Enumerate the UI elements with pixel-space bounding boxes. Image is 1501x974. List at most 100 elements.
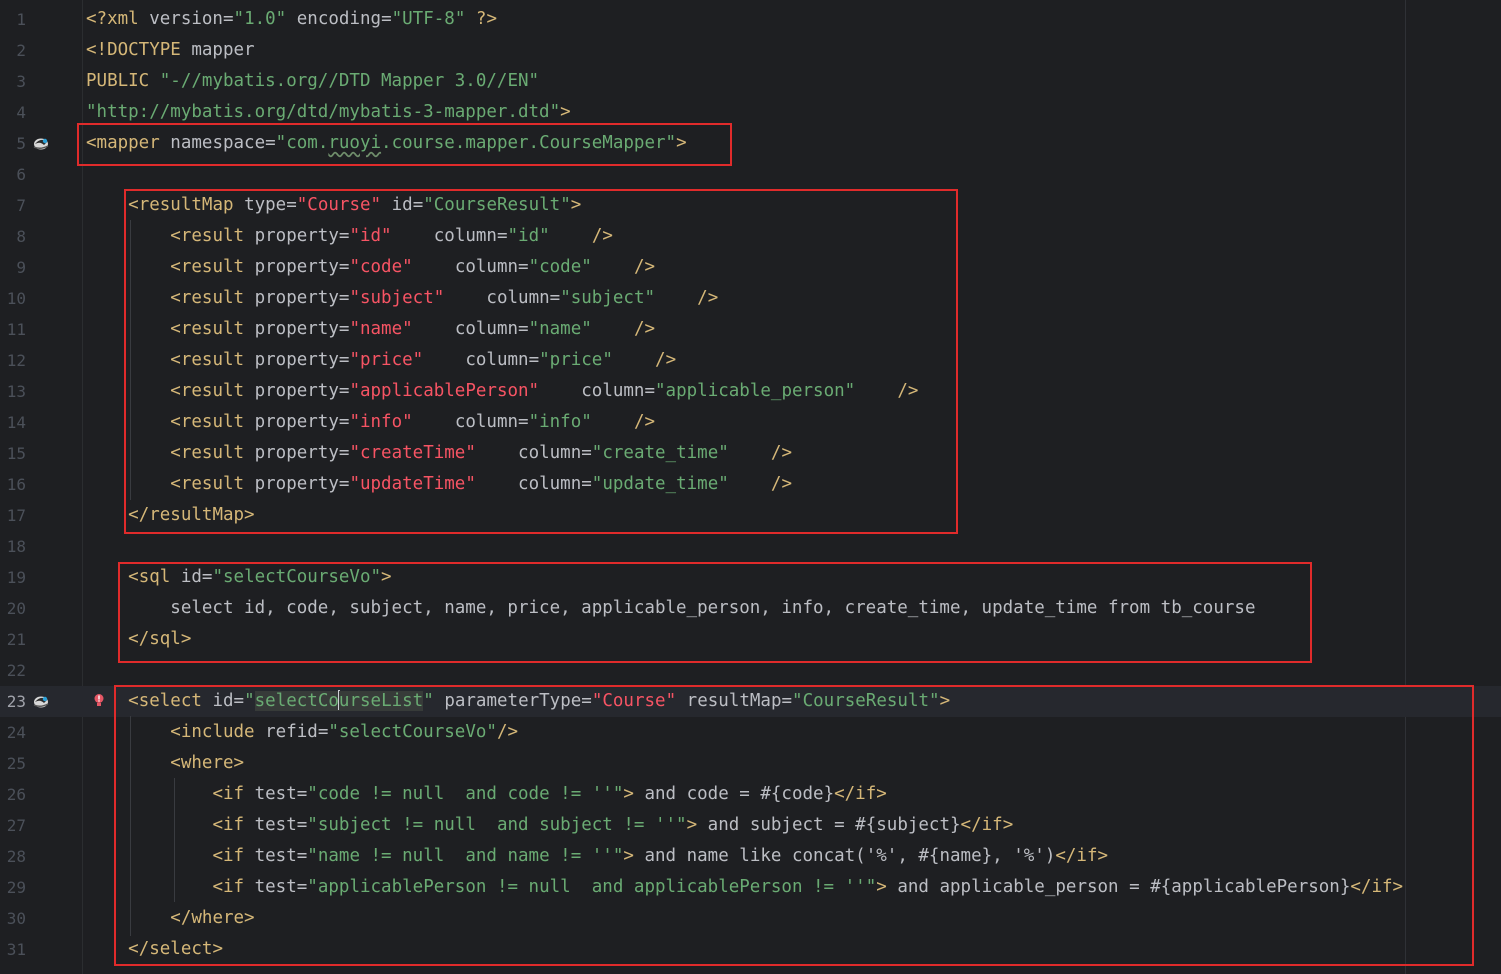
- code-line[interactable]: 28 <if test="name != null and name != ''…: [0, 841, 1501, 872]
- code-line[interactable]: 2 <!DOCTYPE mapper: [0, 35, 1501, 66]
- code-line[interactable]: 31 </select>: [0, 934, 1501, 965]
- code-text[interactable]: <result property="info" column="info" />: [86, 407, 655, 438]
- code-line[interactable]: 29 <if test="applicablePerson != null an…: [0, 872, 1501, 903]
- code-token: "name": [349, 319, 413, 339]
- code-line[interactable]: 30 </where>: [0, 903, 1501, 934]
- code-line[interactable]: 20 select id, code, subject, name, price…: [0, 593, 1501, 624]
- code-token: column: [465, 350, 529, 370]
- code-token: <where>: [170, 753, 245, 773]
- code-token: version: [149, 9, 223, 29]
- code-text[interactable]: "http://mybatis.org/dtd/mybatis-3-mapper…: [86, 97, 571, 128]
- code-text[interactable]: </sql>: [86, 624, 191, 655]
- code-text[interactable]: <result property="applicablePerson" colu…: [86, 376, 918, 407]
- code-token: "price": [349, 350, 424, 370]
- line-number: 25: [6, 754, 26, 773]
- code-line[interactable]: 18: [0, 531, 1501, 562]
- code-text[interactable]: <select id="selectCourseList" parameterT…: [86, 686, 950, 717]
- code-line[interactable]: 13 <result property="applicablePerson" c…: [0, 376, 1501, 407]
- code-text[interactable]: </select>: [86, 934, 223, 965]
- code-line[interactable]: 9 <result property="code" column="code" …: [0, 252, 1501, 283]
- code-line[interactable]: 7 <resultMap type="Course" id="CourseRes…: [0, 190, 1501, 221]
- code-token: =: [338, 474, 350, 494]
- line-number: 29: [6, 878, 26, 897]
- code-line[interactable]: 10 <result property="subject" column="su…: [0, 283, 1501, 314]
- code-token: "CourseResult": [423, 195, 571, 215]
- code-line[interactable]: 8 <result property="id" column="id" />: [0, 221, 1501, 252]
- code-token: "name != null and name != ''": [307, 846, 624, 866]
- code-token: "applicable_person": [655, 381, 856, 401]
- code-text[interactable]: <result property="code" column="code" />: [86, 252, 655, 283]
- code-text[interactable]: select id, code, subject, name, price, a…: [86, 593, 1255, 624]
- code-token: =: [296, 784, 308, 804]
- code-text[interactable]: PUBLIC "-//mybatis.org//DTD Mapper 3.0//…: [86, 66, 539, 97]
- lightbulb-error-icon[interactable]: [93, 693, 105, 709]
- code-token: test: [254, 846, 297, 866]
- code-line[interactable]: 24 <include refid="selectCourseVo"/>: [0, 717, 1501, 748]
- code-text[interactable]: <result property="price" column="price" …: [86, 345, 676, 376]
- code-line[interactable]: 17 </resultMap>: [0, 500, 1501, 531]
- code-line[interactable]: 19 <sql id="selectCourseVo">: [0, 562, 1501, 593]
- code-line[interactable]: 11 <result property="name" column="name"…: [0, 314, 1501, 345]
- code-text[interactable]: </where>: [86, 903, 254, 934]
- code-text[interactable]: </resultMap>: [86, 500, 254, 531]
- code-token: =: [581, 691, 592, 711]
- code-text[interactable]: <mapper namespace="com.ruoyi.course.mapp…: [86, 128, 687, 159]
- code-text[interactable]: <where>: [86, 748, 244, 779]
- code-text[interactable]: <if test="name != null and name != ''"> …: [86, 841, 1108, 872]
- code-token: =: [338, 443, 350, 463]
- code-token: </sql>: [128, 629, 192, 649]
- code-text[interactable]: <result property="createTime" column="cr…: [86, 438, 792, 469]
- code-line[interactable]: 3 PUBLIC "-//mybatis.org//DTD Mapper 3.0/…: [0, 66, 1501, 97]
- code-token: "info": [349, 412, 413, 432]
- code-token: <?xml: [86, 9, 150, 29]
- code-line[interactable]: 26 <if test="code != null and code != ''…: [0, 779, 1501, 810]
- code-token: <result: [170, 443, 255, 463]
- code-line[interactable]: 6: [0, 159, 1501, 190]
- code-token: PUBLIC: [86, 71, 160, 91]
- code-line[interactable]: 15 <result property="createTime" column=…: [0, 438, 1501, 469]
- line-number: 2: [16, 41, 26, 60]
- mybatis-bird-icon[interactable]: [32, 693, 50, 709]
- code-token: test: [254, 877, 297, 897]
- code-line[interactable]: 25 <where>: [0, 748, 1501, 779]
- code-token: property: [254, 443, 339, 463]
- code-text[interactable]: <result property="subject" column="subje…: [86, 283, 718, 314]
- code-line[interactable]: 27 <if test="subject != null and subject…: [0, 810, 1501, 841]
- code-token: =: [644, 381, 656, 401]
- code-line[interactable]: 12 <result property="price" column="pric…: [0, 345, 1501, 376]
- code-text[interactable]: <if test="code != null and code != ''"> …: [86, 779, 886, 810]
- mybatis-bird-icon[interactable]: [32, 135, 50, 151]
- code-token: and applicable_person = #{applicablePers…: [886, 877, 1351, 897]
- code-line[interactable]: 14 <result property="info" column="info"…: [0, 407, 1501, 438]
- code-line[interactable]: 16 <result property="updateTime" column=…: [0, 469, 1501, 500]
- code-text[interactable]: <if test="subject != null and subject !=…: [86, 810, 1013, 841]
- code-line[interactable]: 21 </sql>: [0, 624, 1501, 655]
- code-line[interactable]: 23 <select id="selectCourseList" paramet…: [0, 686, 1501, 717]
- code-editor[interactable]: 1 <?xml version="1.0" encoding="UTF-8" ?>…: [0, 0, 1501, 974]
- code-text[interactable]: <sql id="selectCourseVo">: [86, 562, 391, 593]
- code-line[interactable]: 1 <?xml version="1.0" encoding="UTF-8" ?>: [0, 4, 1501, 35]
- code-text[interactable]: <result property="name" column="name" />: [86, 314, 655, 345]
- code-text[interactable]: <if test="applicablePerson != null and a…: [86, 872, 1403, 903]
- code-text[interactable]: <?xml version="1.0" encoding="UTF-8" ?>: [86, 4, 497, 35]
- code-text[interactable]: <include refid="selectCourseVo"/>: [86, 717, 518, 748]
- code-token: =: [518, 319, 529, 339]
- code-text[interactable]: <result property="id" column="id" />: [86, 221, 613, 252]
- code-text[interactable]: <result property="updateTime" column="up…: [86, 469, 792, 500]
- code-line[interactable]: 22: [0, 655, 1501, 686]
- code-line[interactable]: 5 <mapper namespace="com.ruoyi.course.map…: [0, 128, 1501, 159]
- code-text[interactable]: <!DOCTYPE mapper: [86, 35, 255, 66]
- code-line[interactable]: 4 "http://mybatis.org/dtd/mybatis-3-mappe…: [0, 97, 1501, 128]
- code-text[interactable]: <resultMap type="Course" id="CourseResul…: [86, 190, 581, 221]
- code-token: "applicablePerson": [349, 381, 540, 401]
